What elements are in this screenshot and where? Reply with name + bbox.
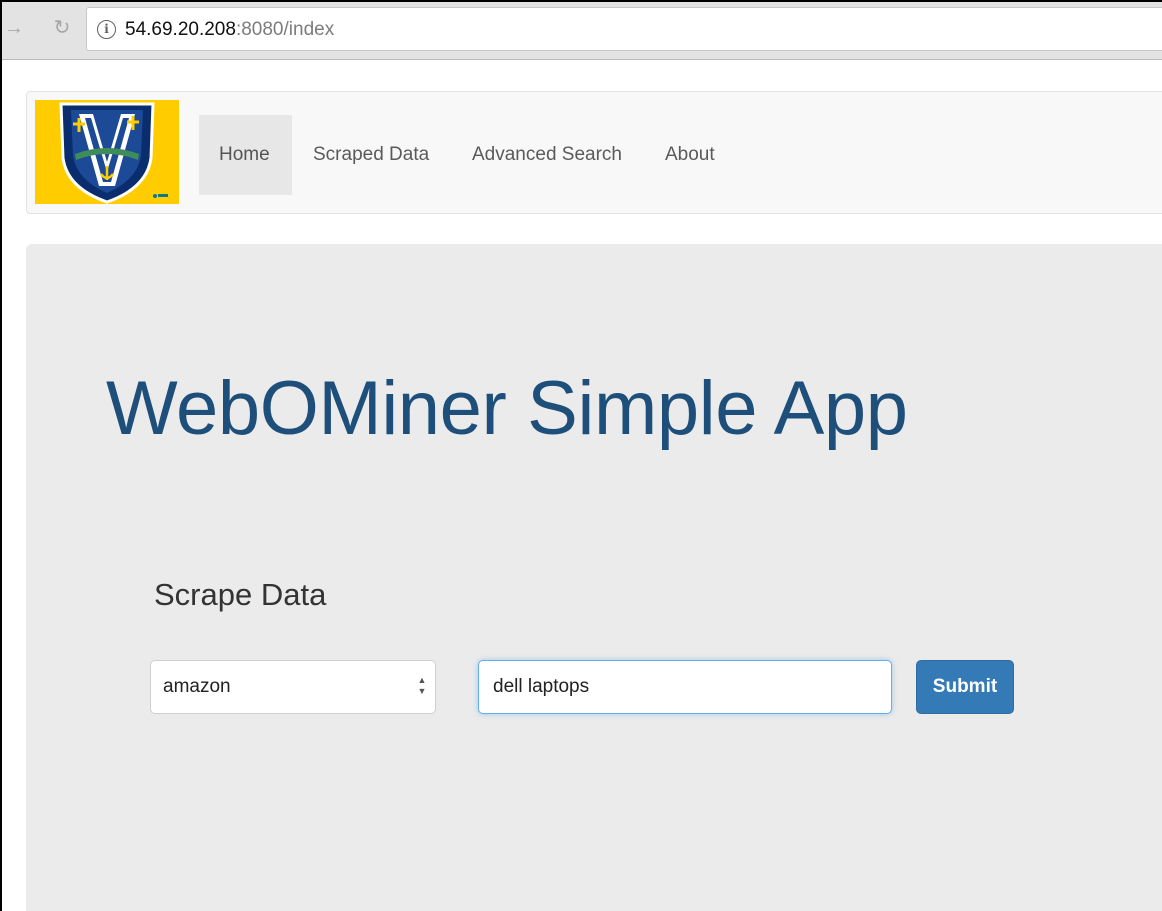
page-title: WebOMiner Simple App: [106, 366, 908, 451]
reload-icon[interactable]: ↻: [50, 16, 74, 40]
scrape-data-heading: Scrape Data: [154, 577, 327, 612]
url-path: :8080/index: [235, 19, 335, 40]
search-query-input[interactable]: [478, 660, 892, 714]
info-icon[interactable]: i: [97, 20, 116, 39]
jumbotron: WebOMiner Simple App Scrape Data amazon …: [26, 244, 1162, 911]
university-shield-logo[interactable]: [35, 100, 179, 204]
select-arrows-icon: ▲ ▼: [417, 675, 427, 696]
url-text[interactable]: 54.69.20.208:8080/index: [125, 19, 334, 41]
site-select[interactable]: amazon ▲ ▼: [150, 660, 436, 714]
nav-about[interactable]: About: [645, 115, 735, 195]
arrow-right-icon[interactable]: →: [2, 16, 26, 40]
site-select-value: amazon: [163, 676, 231, 697]
top-navbar: Home Scraped Data Advanced Search About: [26, 91, 1162, 214]
submit-button[interactable]: Submit: [916, 660, 1014, 714]
nav-scraped-data[interactable]: Scraped Data: [293, 115, 449, 195]
nav-home[interactable]: Home: [199, 115, 292, 195]
browser-toolbar: → ↻ i 54.69.20.208:8080/index: [2, 2, 1162, 60]
address-bar[interactable]: i 54.69.20.208:8080/index: [86, 7, 1162, 51]
url-host: 54.69.20.208: [125, 19, 236, 40]
nav-advanced-search[interactable]: Advanced Search: [452, 115, 642, 195]
